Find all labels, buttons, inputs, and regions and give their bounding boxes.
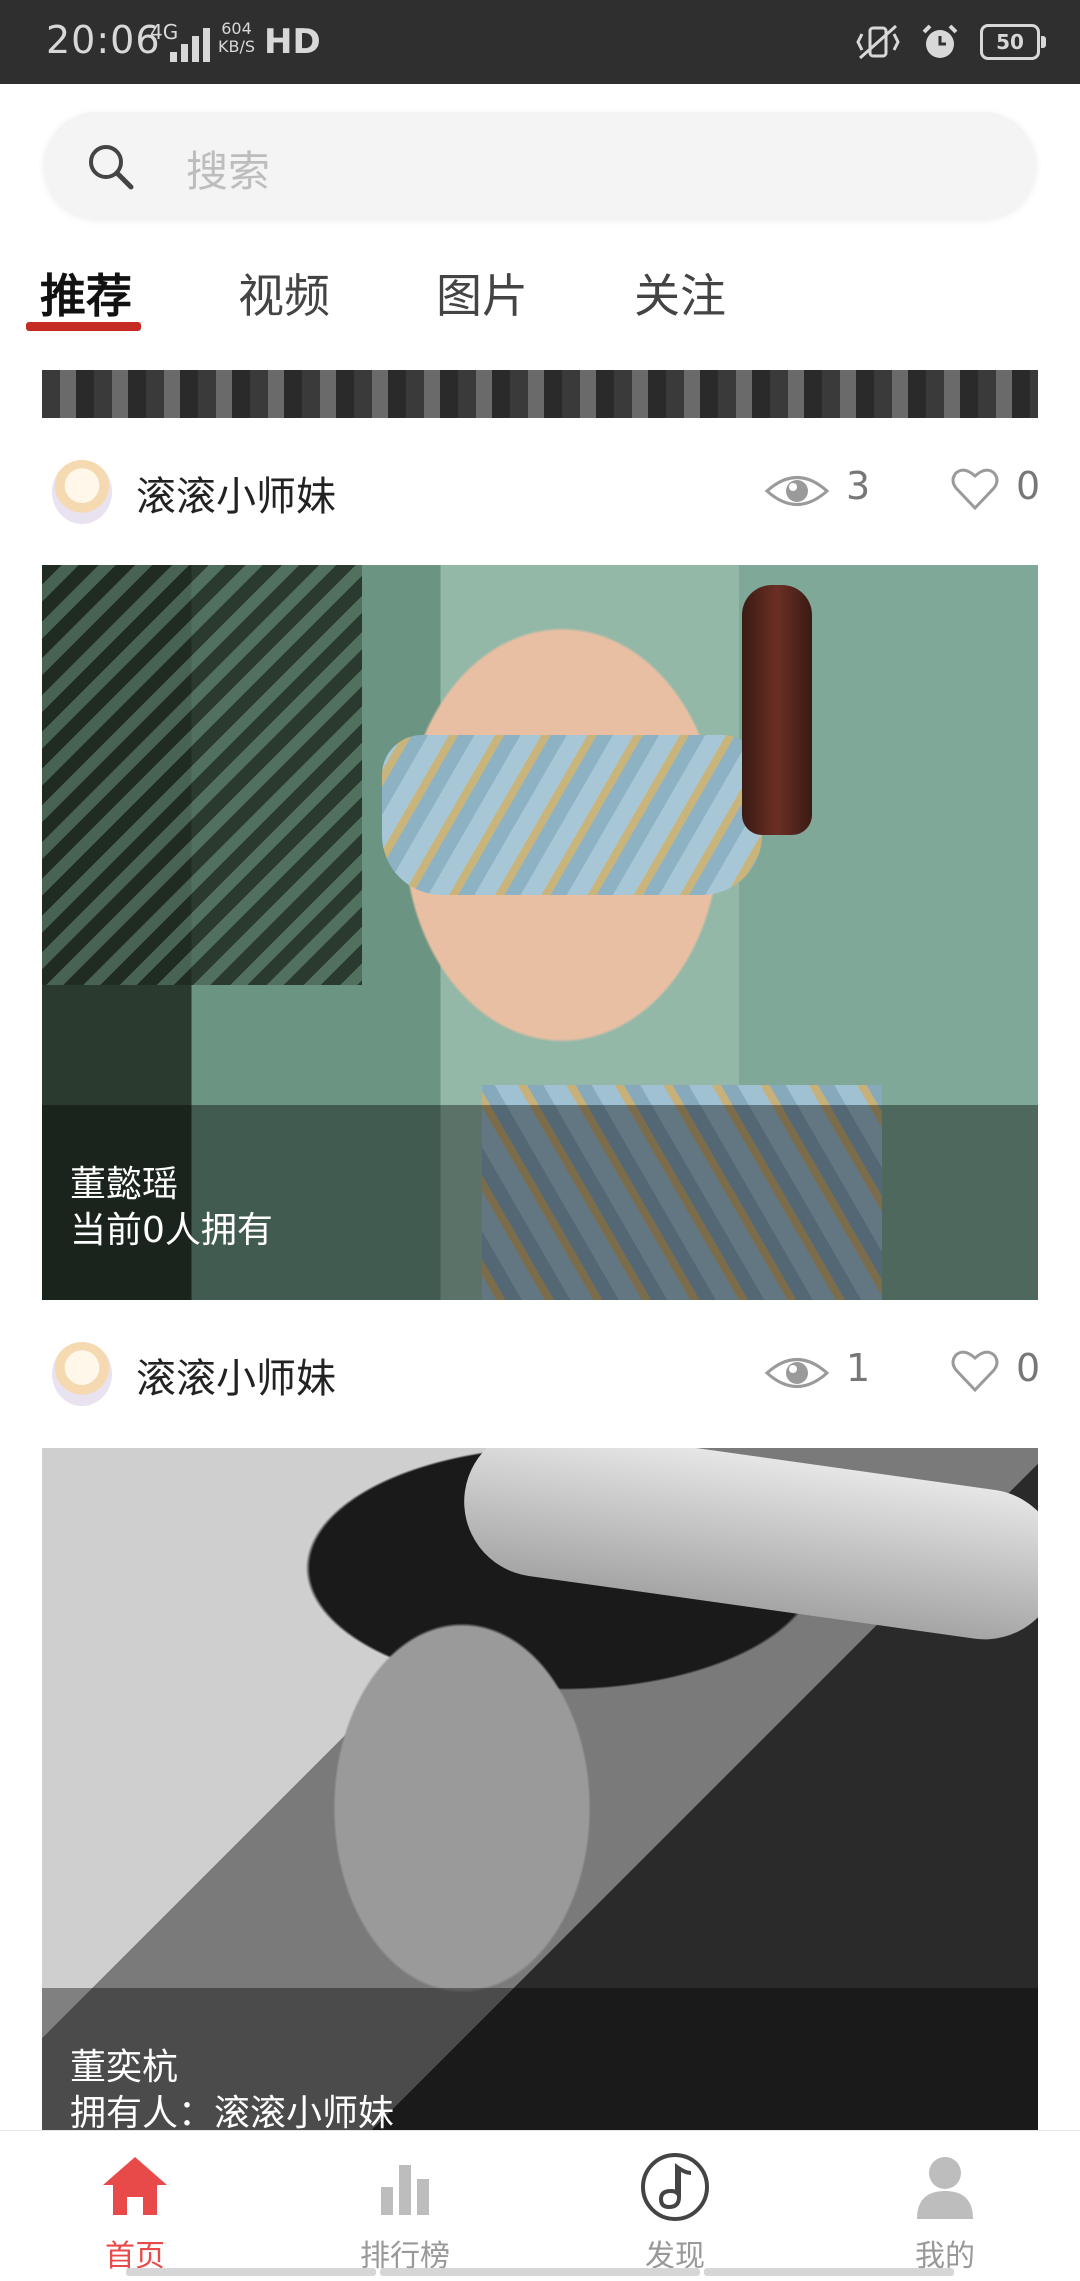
status-time: 20:06 [46,18,161,62]
tab-picture[interactable]: 图片 [436,260,528,326]
speed-unit: KB/S [218,37,256,56]
caption-title: 董奕杭 [70,2047,179,2088]
hd-indicator: HD [264,22,321,62]
gesture-bar [380,2268,700,2276]
post-image[interactable]: 董奕杭 拥有人：滚滚小师妹 [42,1448,1038,2138]
vibrate-icon [856,24,900,60]
music-note-icon [641,2153,709,2221]
tab-recommend[interactable]: 推荐 [40,260,132,326]
tab-video[interactable]: 视频 [238,260,330,326]
like-count: 0 [1016,1346,1041,1390]
view-count: 3 [846,464,871,508]
post-username[interactable]: 滚滚小师妹 [136,464,336,522]
ranking-icon [381,2165,429,2215]
like-count: 0 [1016,464,1041,508]
tab-follow[interactable]: 关注 [634,260,726,326]
heart-icon[interactable] [950,466,1000,512]
caption-overlay: 董奕杭 拥有人：滚滚小师妹 [42,1988,1038,2138]
caption-subtitle: 当前0人拥有 [70,1210,273,1251]
active-tab-indicator [26,322,141,331]
image-content [742,585,812,835]
image-content [454,1448,1038,1650]
post-image[interactable]: 董懿瑶 当前0人拥有 [42,565,1038,1300]
post-header: 滚滚小师妹 1 0 [0,1322,1080,1422]
alarm-icon [922,24,958,58]
category-tabs: 推荐 视频 图片 关注 [0,250,1080,340]
post-username[interactable]: 滚滚小师妹 [136,1346,336,1404]
previous-post-image[interactable] [42,370,1038,418]
view-count: 1 [846,1346,871,1390]
network-speed: 604 KB/S [218,20,255,56]
eye-icon [764,1358,830,1388]
nav-ranking[interactable]: 排行榜 [305,2143,505,2274]
caption-subtitle: 拥有人：滚滚小师妹 [70,2093,395,2134]
battery-indicator: 50 [980,24,1046,60]
bottom-navigation: 首页 排行榜 发现 我的 [0,2130,1080,2281]
search-input[interactable]: 搜索 [186,138,270,199]
nav-profile[interactable]: 我的 [845,2143,1045,2274]
nav-home[interactable]: 首页 [35,2143,235,2274]
image-content [42,565,362,985]
user-icon [917,2157,973,2219]
avatar[interactable] [52,460,112,524]
search-icon [89,145,134,190]
gesture-bar [126,2268,376,2276]
image-content [382,735,762,895]
nav-discover[interactable]: 发现 [575,2143,775,2274]
avatar[interactable] [52,1342,112,1406]
status-bar: 20:06 4G 604 KB/S HD 50 [0,0,1080,84]
home-icon [103,2157,167,2215]
gesture-bar [704,2268,954,2276]
search-bar[interactable]: 搜索 [44,112,1036,218]
eye-icon [764,476,830,506]
caption-title: 董懿瑶 [70,1164,179,1205]
signal-icon [170,28,210,62]
caption-overlay: 董懿瑶 当前0人拥有 [42,1105,1038,1300]
post-header: 滚滚小师妹 3 0 [0,440,1080,540]
heart-icon[interactable] [950,1348,1000,1394]
speed-value: 604 [221,19,252,38]
